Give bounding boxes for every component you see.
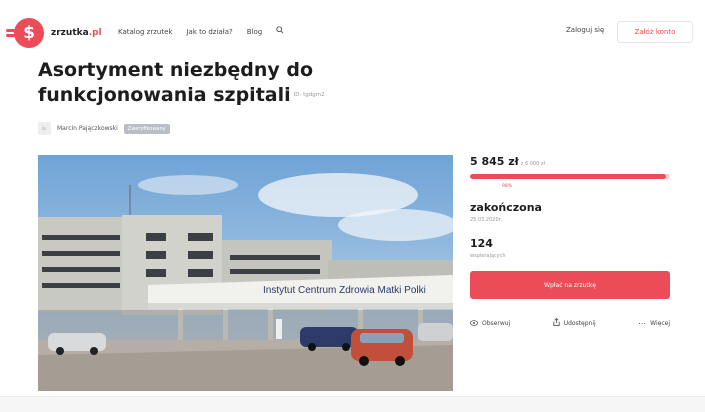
login-link[interactable]: Zaloguj się xyxy=(566,26,604,34)
nav-link-how-it-works[interactable]: Jak to działa? xyxy=(186,28,232,36)
logo-tld: .pl xyxy=(88,28,102,38)
amount-value: 5 845 zł xyxy=(470,155,519,168)
supporters-count: 124 xyxy=(470,237,493,250)
main-nav: Katalog zrzutek Jak to działa? Blog xyxy=(118,26,284,37)
page: $ zrzutka.pl Katalog zrzutek Jak to dzia… xyxy=(6,10,698,412)
campaign-title: Asortyment niezbędny do funkcjonowania s… xyxy=(38,59,314,106)
share-label: Udostępnij xyxy=(563,319,596,327)
campaign-id: ID: tgdgm2 xyxy=(293,92,325,98)
page-title: Asortyment niezbędny do funkcjonowania s… xyxy=(38,58,478,108)
more-label: Więcej xyxy=(650,319,670,327)
eye-icon xyxy=(470,319,478,328)
author-row: ikr Marcin Pajączkowski Zweryfikowany xyxy=(38,122,170,135)
building-sign: Instytut Centrum Zdrowia Matki Polki xyxy=(263,285,426,296)
nav-link-blog[interactable]: Blog xyxy=(247,28,262,36)
support-button[interactable]: Wpłać na zrzutkę xyxy=(470,271,670,299)
progress-percent: 98% xyxy=(502,184,513,189)
campaign-date: 25.03.2020r. xyxy=(470,217,502,223)
share-button[interactable]: Udostępnij xyxy=(553,317,596,328)
top-navigation: $ zrzutka.pl Katalog zrzutek Jak to dzia… xyxy=(6,10,698,54)
observe-label: Obserwuj xyxy=(482,319,511,327)
observe-button[interactable]: Obserwuj xyxy=(470,319,510,328)
campaign-photo: Instytut Centrum Zdrowia Matki Polki xyxy=(38,155,453,391)
progress-fill xyxy=(470,174,666,179)
more-icon: ⋯ xyxy=(638,318,647,328)
logo[interactable]: $ zrzutka.pl xyxy=(6,18,102,48)
register-button[interactable]: Załóż konto xyxy=(617,21,693,43)
search-icon[interactable] xyxy=(276,26,284,37)
supporters-label: wspierających xyxy=(470,253,506,259)
amount-raised: 5 845 zł z 6 000 zł xyxy=(470,155,545,168)
share-icon xyxy=(553,317,560,328)
avatar[interactable]: ikr xyxy=(38,122,51,135)
verified-badge: Zweryfikowany xyxy=(123,123,170,134)
campaign-actions: Obserwuj Udostępnij ⋯ Więcej xyxy=(470,317,670,328)
page-footer-strip xyxy=(0,396,705,412)
more-button[interactable]: ⋯ Więcej xyxy=(638,319,670,328)
nav-link-catalog[interactable]: Katalog zrzutek xyxy=(118,28,172,36)
logo-text: zrzutka.pl xyxy=(51,28,102,38)
logo-name: zrzutka xyxy=(51,28,89,38)
campaign-status: zakończona xyxy=(470,201,542,214)
logo-icon: $ xyxy=(6,18,44,48)
progress-bar xyxy=(470,174,670,179)
goal-value: z 6 000 zł xyxy=(520,161,545,167)
author-name[interactable]: Marcin Pajączkowski xyxy=(57,125,118,132)
